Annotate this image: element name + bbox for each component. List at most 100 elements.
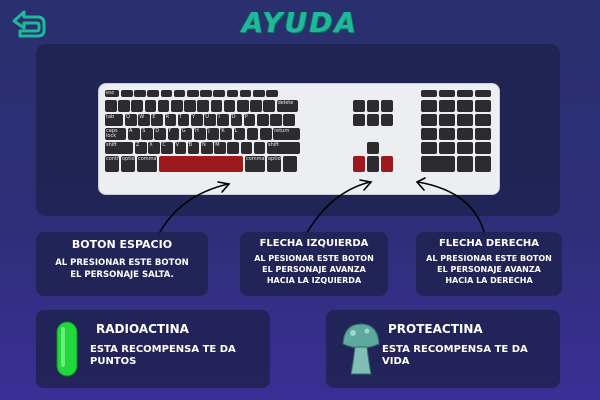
key-number [197,100,209,112]
key-letter-q: Q [125,114,137,126]
key-numpad [421,114,437,126]
key-letter-c: C [161,142,173,154]
key-numpad-0 [421,156,455,172]
key-number [118,100,130,112]
radioactina-reward: RADIOACTINA ESTA RECOMPENSA TE DA PUNTOS [36,310,270,388]
key-letter-k: K [220,128,232,140]
key-numpad [475,128,491,140]
key-function [200,90,212,97]
key-letter-v: V [174,142,187,154]
key-nav [353,100,365,112]
key-letter-f: F [167,128,180,140]
key-numpad [439,100,455,112]
key-function [226,90,239,97]
proteactina-text: ESTA RECOMPENSA TE DA VIDA [382,344,528,367]
key-number [223,100,236,112]
key-letter-j: J [207,128,219,140]
right-info-title: FLECHA DERECHA [438,238,540,249]
screen-title: AYUDA [241,6,359,39]
key-option-right: option [267,156,281,172]
key-arrow-right [381,156,393,172]
key-nav [367,100,379,112]
key-number [184,100,196,112]
key-nav [353,114,365,126]
key-esc: esc [105,90,119,97]
teal-mushroom-icon [342,323,380,375]
proteactina-reward: PROTEACTINA ESTA RECOMPENSA TE DA VIDA [326,310,560,388]
key-letter-z: Z [135,142,147,154]
key-control: control [105,156,119,172]
key-function [160,90,173,97]
key-return: return [273,128,301,140]
key-numpad [457,100,473,112]
key-letter-h: H [194,128,206,140]
key-numpad [475,114,491,126]
key-number [263,100,275,112]
key-numpad [421,142,437,154]
key-symbol [240,142,253,154]
key-symbol [246,128,259,140]
green-capsule-icon [56,321,78,377]
space-info-title: BOTON ESPACIO [71,238,173,251]
key-nav [381,100,393,112]
key-numpad [457,142,473,154]
key-number [210,100,223,112]
key-letter-y: Y [191,114,203,126]
key-letter-i: I [217,114,229,126]
key-numpad [421,128,437,140]
key-number [157,100,170,112]
key-numpad [457,114,473,126]
radioactina-title: RADIOACTINA [96,322,189,336]
key-number [105,100,117,112]
key-numpad-function [457,90,473,97]
key-function [253,90,265,97]
space-info-text: AL PRESIONAR ESTE BOTON EL PERSONAJE SAL… [55,258,189,280]
key-number [131,100,143,112]
key-numpad-enter [475,156,491,172]
key-numpad-function [421,90,437,97]
key-letter-r: R [164,114,177,126]
key-symbol [257,114,269,126]
key-symbol [260,128,272,140]
key-letter-u: U [204,114,216,126]
key-letter-m: M [214,142,226,154]
key-command: command [137,156,157,172]
key-letter-a: A [128,128,140,140]
key-option: option [121,156,135,172]
key-numpad [421,100,437,112]
key-arrow-left [353,156,365,172]
key-numpad [439,142,455,154]
key-letter-x: X [148,142,160,154]
key-symbol [270,114,282,126]
key-number [171,100,183,112]
key-numpad-dot [457,156,473,172]
proteactina-title: PROTEACTINA [388,322,483,336]
key-symbol [253,142,266,154]
key-letter-l: L [233,128,246,140]
key-numpad [457,128,473,140]
key-command-right: command [245,156,265,172]
key-nav [381,114,393,126]
key-number [237,100,249,112]
key-function [213,90,225,97]
key-numpad-function [439,90,455,97]
key-numpad-function [475,90,491,97]
left-arrow-info: FLECHA IZQUIERDA AL PESIONAR ESTE BOTON … [240,232,388,296]
key-arrow-down [367,156,379,172]
key-number [144,100,157,112]
key-symbol [283,114,295,126]
key-letter-e: E [151,114,163,126]
key-tab: tab [105,114,123,126]
key-letter-s: S [141,128,153,140]
key-letter-b: B [187,142,200,154]
key-function [187,90,199,97]
radioactina-text: ESTA RECOMPENSA TE DA PUNTOS [90,344,236,367]
left-info-title: FLECHA IZQUIERDA [259,238,369,249]
key-function [239,90,252,97]
key-shift-right: shift [267,142,300,154]
key-fn [283,156,297,172]
key-number [250,100,262,112]
key-function [173,90,186,97]
key-symbol [227,142,239,154]
key-letter-g: G [180,128,193,140]
